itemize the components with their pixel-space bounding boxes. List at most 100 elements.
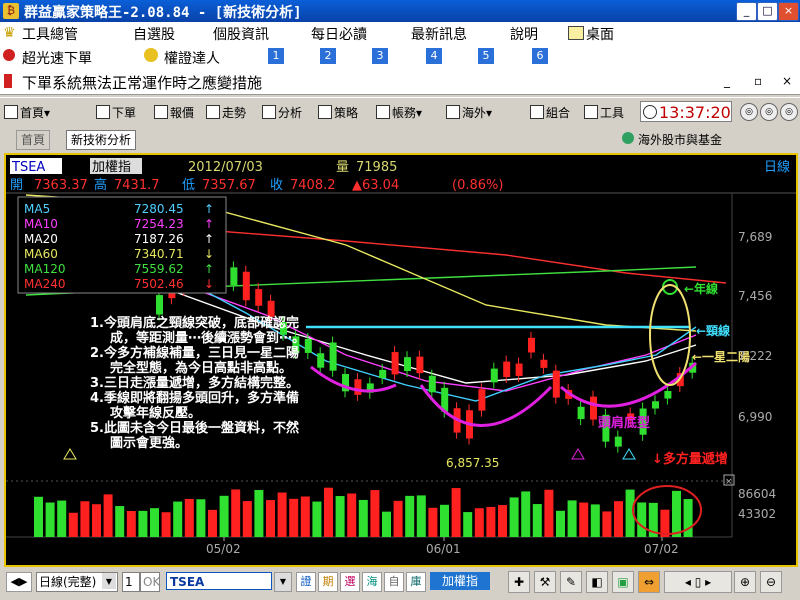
tab-tech-analysis[interactable]: 新技術分析 bbox=[66, 130, 137, 150]
volume-bar bbox=[68, 512, 78, 537]
volume-bar bbox=[161, 512, 171, 537]
ma-legend-arrow: ↑ bbox=[204, 262, 214, 276]
triangle-marker-3 bbox=[622, 448, 636, 460]
quote-button[interactable]: 報價 bbox=[154, 103, 194, 123]
title-bar: ₿ 群益贏家策略王-2.08.84 - [新技術分析] _ □ × bbox=[0, 0, 800, 22]
screen-5-button[interactable]: 5 bbox=[478, 48, 494, 64]
split-icon[interactable]: ⇔ bbox=[638, 571, 660, 593]
strategy-button[interactable]: 策略 bbox=[318, 103, 358, 123]
window-title: 群益贏家策略王-2.08.84 - [新技術分析] bbox=[24, 5, 302, 21]
fast-order-link[interactable]: 超光速下單 bbox=[22, 48, 92, 68]
triangle-marker-1 bbox=[63, 448, 77, 460]
symbol-dropdown-icon[interactable]: ▼ bbox=[274, 572, 292, 592]
volume-bar bbox=[614, 501, 623, 537]
count-field[interactable]: 1 bbox=[122, 572, 140, 592]
home-button[interactable]: 首頁▾ bbox=[4, 103, 50, 123]
minimize-button[interactable]: _ bbox=[736, 2, 757, 21]
excel-icon[interactable]: ▣ bbox=[612, 571, 634, 593]
volume-bar bbox=[115, 506, 125, 537]
open-label: 開 bbox=[10, 178, 23, 193]
chart-panel[interactable]: TSEA 加權指 2012/07/03 量 71985 日線 開 7363.37… bbox=[4, 153, 798, 567]
volume-bar bbox=[451, 488, 461, 537]
screen-4-button[interactable]: 4 bbox=[426, 48, 442, 64]
candle-body bbox=[255, 289, 263, 306]
overseas-button[interactable]: 海外▾ bbox=[446, 103, 492, 123]
menu-tools[interactable]: 工具總管 bbox=[22, 24, 78, 44]
overseas-quote-button[interactable]: 海 bbox=[362, 572, 382, 592]
overseas-market-link[interactable]: 海外股市與基金 bbox=[638, 131, 722, 148]
ma-legend-name: MA240 bbox=[24, 277, 65, 291]
ma-legend-name: MA20 bbox=[24, 232, 58, 246]
volume-bar bbox=[324, 487, 333, 537]
screen-1-button[interactable]: 1 bbox=[268, 48, 284, 64]
round-button-2[interactable]: ◎ bbox=[760, 103, 778, 121]
period-label[interactable]: 日線 bbox=[764, 159, 790, 175]
menu-latest-news[interactable]: 最新訊息 bbox=[411, 24, 467, 44]
price-tick-label: 7,222 bbox=[738, 349, 772, 363]
sub-minimize-button[interactable]: _ bbox=[724, 74, 730, 88]
sub-restore-button[interactable]: ▫ bbox=[754, 74, 762, 88]
round-button-1[interactable]: ◎ bbox=[740, 103, 758, 121]
globe-icon bbox=[622, 132, 634, 144]
tab-home[interactable]: 首頁 bbox=[16, 130, 51, 150]
ma-legend-name: MA120 bbox=[24, 262, 65, 276]
period-select-value: 日線(完整) bbox=[39, 575, 97, 589]
futures-button[interactable]: 期 bbox=[318, 572, 338, 592]
scroll-arrows-button[interactable]: ◀▶ bbox=[6, 572, 32, 592]
combo-button[interactable]: 組合 bbox=[530, 103, 570, 123]
clock-icon bbox=[643, 105, 657, 119]
screen-6-button[interactable]: 6 bbox=[532, 48, 548, 64]
stock-button[interactable]: 證 bbox=[296, 572, 316, 592]
chart-scrollbar[interactable]: ◂ ▯ ▸ bbox=[664, 571, 732, 593]
candle-body bbox=[552, 370, 560, 398]
candlestick-chart[interactable]: TSEA 加權指 2012/07/03 量 71985 日線 開 7363.37… bbox=[6, 155, 796, 565]
account-button[interactable]: 帳務▾ bbox=[376, 103, 422, 123]
tools-button[interactable]: 工具 bbox=[584, 103, 624, 123]
ma-legend-value: 7502.46 bbox=[134, 277, 184, 291]
volume-bar bbox=[289, 498, 299, 537]
volume-bars bbox=[34, 487, 693, 537]
price-axis: 7,689 7,456 7,222 6,990 bbox=[738, 230, 772, 424]
pencil-icon[interactable]: ✎ bbox=[560, 571, 582, 593]
analysis-button[interactable]: 分析 bbox=[262, 103, 302, 123]
price-tick-label: 7,456 bbox=[738, 289, 772, 303]
custom-button[interactable]: 自 bbox=[384, 572, 404, 592]
index-label[interactable]: 加權指 bbox=[430, 572, 490, 590]
candle-body bbox=[540, 359, 548, 368]
warrant-link[interactable]: 權證達人 bbox=[164, 48, 220, 68]
screen-2-button[interactable]: 2 bbox=[320, 48, 336, 64]
menu-watchlist[interactable]: 自選股 bbox=[133, 24, 175, 44]
ok-button[interactable]: OK bbox=[140, 572, 160, 592]
zoom-in-icon[interactable]: ⊕ bbox=[734, 571, 756, 593]
analysis-icon bbox=[262, 105, 276, 119]
crosshair-icon[interactable]: ✚ bbox=[508, 571, 530, 593]
ma-legend-value: 7559.62 bbox=[134, 262, 184, 276]
trend-button[interactable]: 走勢 bbox=[206, 103, 246, 123]
menu-bar: ♛ 工具總管 自選股 個股資訊 每日必讀 最新訊息 說明 桌面 bbox=[0, 22, 800, 44]
stock-lib-button[interactable]: 庫 bbox=[406, 572, 426, 592]
strategy-icon bbox=[318, 105, 332, 119]
eraser-icon[interactable]: ◧ bbox=[586, 571, 608, 593]
sub-close-button[interactable]: × bbox=[782, 74, 792, 88]
notice-link[interactable]: 下單系統無法正常運作時之應變措施 bbox=[22, 72, 262, 93]
candle-body bbox=[304, 338, 312, 353]
screen-3-button[interactable]: 3 bbox=[372, 48, 388, 64]
trend-icon bbox=[206, 105, 220, 119]
order-button[interactable]: 下單 bbox=[96, 103, 136, 123]
close-value: 7408.2 bbox=[290, 178, 336, 193]
volume-bar bbox=[509, 497, 519, 537]
menu-daily-reading[interactable]: 每日必讀 bbox=[311, 24, 367, 44]
wrench-icon[interactable]: ⚒ bbox=[534, 571, 556, 593]
zoom-out-icon[interactable]: ⊖ bbox=[760, 571, 782, 593]
period-select[interactable]: 日線(完整) ▼ bbox=[36, 572, 118, 592]
ma-legend-value: 7280.45 bbox=[134, 202, 184, 216]
close-button[interactable]: × bbox=[778, 2, 799, 21]
symbol-input[interactable]: TSEA bbox=[166, 572, 272, 590]
menu-desktop[interactable]: 桌面 bbox=[586, 24, 614, 44]
menu-stock-info[interactable]: 個股資訊 bbox=[213, 24, 269, 44]
round-button-3[interactable]: ◎ bbox=[780, 103, 798, 121]
options-button[interactable]: 選 bbox=[340, 572, 360, 592]
combo-label: 組合 bbox=[546, 106, 571, 120]
maximize-button[interactable]: □ bbox=[757, 2, 778, 21]
menu-help[interactable]: 說明 bbox=[510, 24, 538, 44]
